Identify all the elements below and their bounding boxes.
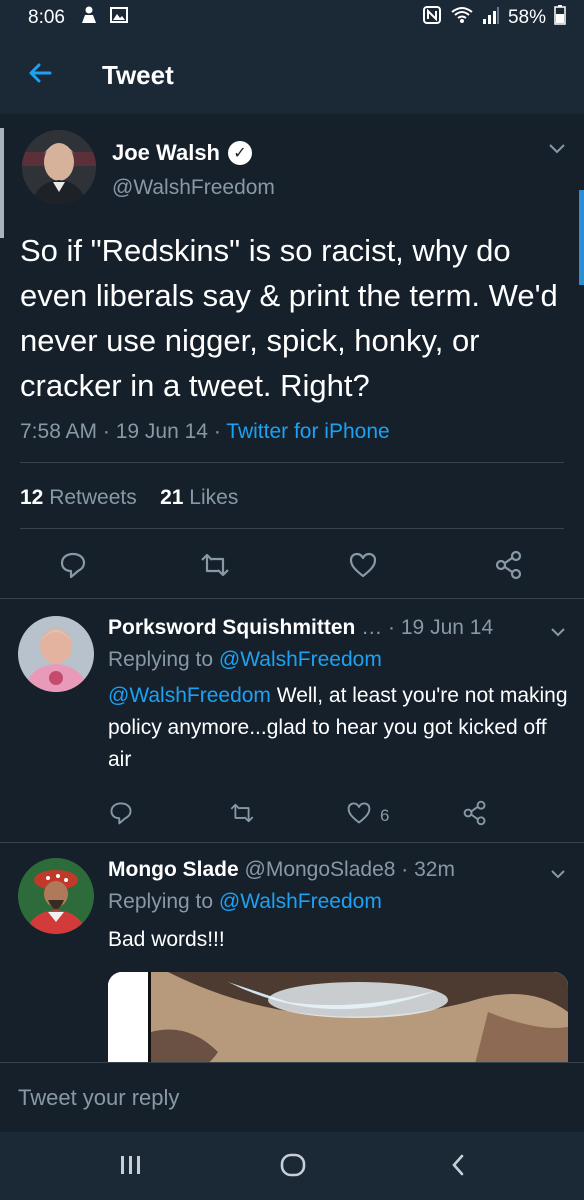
- chevron-down-icon[interactable]: [548, 140, 566, 161]
- share-icon: [462, 800, 488, 831]
- divider: [20, 462, 564, 463]
- retweet-icon: [198, 550, 232, 585]
- back-button[interactable]: [0, 36, 80, 114]
- mention-link[interactable]: @WalshFreedom: [108, 684, 271, 707]
- image-icon: [109, 5, 129, 31]
- divider: [0, 842, 584, 843]
- replying-handle-link[interactable]: @WalshFreedom: [219, 648, 382, 671]
- avatar[interactable]: [18, 858, 94, 934]
- avatar[interactable]: [18, 616, 94, 692]
- tweet-text: So if "Redskins" is so racist, why do ev…: [20, 233, 558, 403]
- home-icon: [278, 1153, 308, 1184]
- heart-icon: [348, 550, 378, 585]
- comment-icon: [108, 800, 134, 831]
- retweet-button[interactable]: [198, 550, 232, 585]
- scroll-indicator: [0, 128, 4, 238]
- reply-text: Bad words!!!: [108, 928, 225, 951]
- recent-apps-icon: [118, 1156, 144, 1184]
- nfc-icon: [422, 5, 442, 31]
- wifi-icon: [450, 5, 474, 31]
- reply-input[interactable]: Tweet your reply: [18, 1085, 179, 1111]
- user-handle[interactable]: @WalshFreedom: [112, 176, 275, 200]
- reply-meta: … · 19 Jun 14: [361, 616, 494, 639]
- replying-to: Replying to @WalshFreedom: [108, 890, 382, 913]
- like-button[interactable]: 6: [346, 800, 389, 831]
- app-bar: Tweet: [0, 36, 584, 114]
- status-time: 8:06: [28, 7, 65, 28]
- person-icon: [79, 5, 99, 31]
- tweet-time: 7:58 AM: [20, 420, 98, 443]
- replying-handle-link[interactable]: @WalshFreedom: [219, 890, 382, 913]
- tweet-date: 19 Jun 14: [115, 420, 208, 443]
- battery-icon: [554, 5, 566, 31]
- divider: [20, 528, 564, 529]
- recent-apps-button[interactable]: [118, 1150, 144, 1185]
- page-title: Tweet: [102, 59, 174, 90]
- arrow-left-icon: [26, 59, 54, 92]
- avatar[interactable]: [22, 130, 96, 204]
- retweet-button[interactable]: [228, 800, 256, 831]
- reply-button[interactable]: [108, 800, 134, 831]
- reply-composer[interactable]: Tweet your reply: [0, 1062, 584, 1132]
- share-button[interactable]: [494, 550, 524, 585]
- replying-to: Replying to @WalshFreedom: [108, 648, 382, 671]
- battery-text: 58%: [507, 7, 546, 28]
- like-button[interactable]: [348, 550, 378, 585]
- chevron-down-icon[interactable]: [550, 864, 566, 885]
- back-nav-button[interactable]: [446, 1150, 470, 1185]
- scrollbar[interactable]: [579, 190, 584, 285]
- retweet-icon: [228, 800, 256, 831]
- reply-button[interactable]: [58, 550, 88, 585]
- reply-display-name[interactable]: Porksword Squishmitten: [108, 616, 355, 639]
- reply-display-name[interactable]: Mongo Slade: [108, 858, 239, 881]
- tweet-source[interactable]: Twitter for iPhone: [226, 420, 389, 443]
- tweet-stats: 12 Retweets 21 Likes: [20, 486, 238, 510]
- share-button[interactable]: [462, 800, 488, 831]
- chevron-down-icon[interactable]: [550, 622, 566, 643]
- system-nav-bar: [0, 1132, 584, 1200]
- reply-text: @WalshFreedom Well, at least you're not …: [108, 684, 568, 771]
- signal-icon: [482, 5, 500, 31]
- display-name[interactable]: Joe Walsh: [112, 140, 220, 166]
- retweets-stat[interactable]: 12 Retweets: [20, 486, 137, 509]
- chevron-left-icon: [446, 1154, 470, 1184]
- divider: [0, 598, 584, 599]
- share-icon: [494, 550, 524, 585]
- status-bar: 8:06 58%: [0, 0, 584, 36]
- heart-icon: [346, 800, 372, 831]
- verified-badge-icon: ✓: [228, 141, 252, 165]
- reply-meta: @MongoSlade8 · 32m: [244, 858, 455, 881]
- likes-stat[interactable]: 21 Likes: [160, 486, 238, 509]
- tweet-meta: 7:58 AM · 19 Jun 14 · Twitter for iPhone: [20, 420, 390, 443]
- comment-icon: [58, 550, 88, 585]
- like-count: 6: [380, 805, 390, 825]
- home-button[interactable]: [278, 1150, 308, 1185]
